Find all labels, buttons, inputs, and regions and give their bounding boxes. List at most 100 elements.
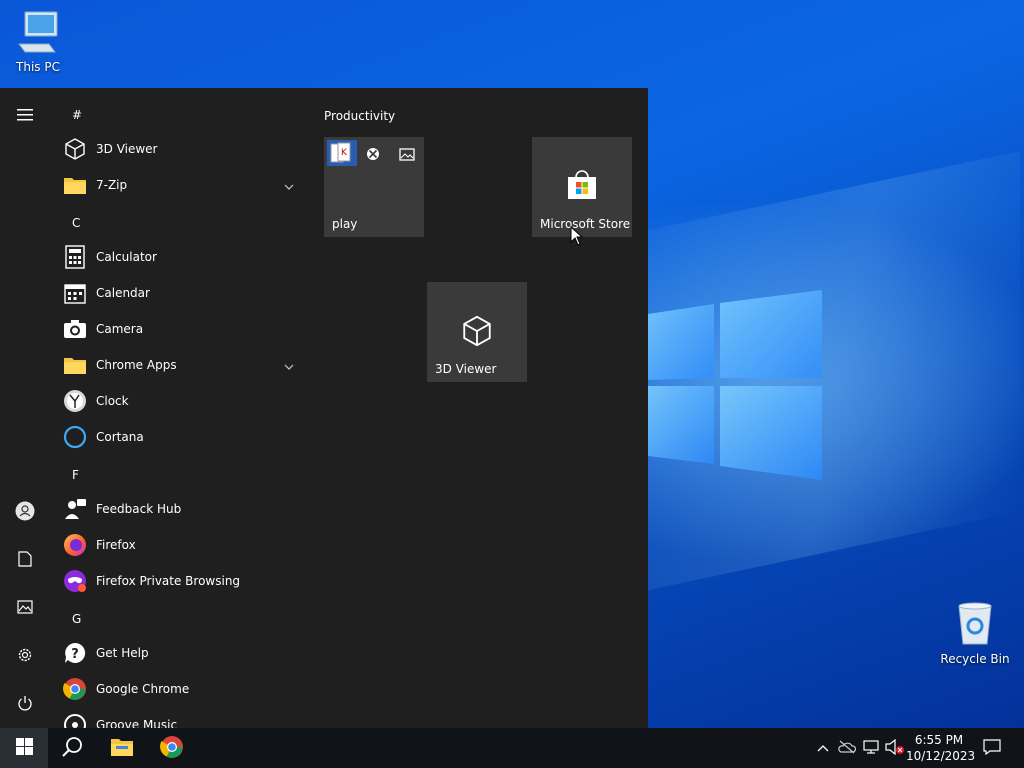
search-icon [61,736,83,761]
chevron-up-icon [817,741,829,755]
volume-tray-button[interactable] [885,738,905,758]
network-icon [862,739,880,758]
app-label: Firefox Private Browsing [96,574,241,588]
documents-icon [18,550,32,570]
taskbar-clock[interactable]: 6:55 PM 10/12/2023 [906,732,976,764]
start-rail [0,88,50,728]
hamburger-menu-button[interactable] [0,96,50,136]
solitaire-icon: K [327,140,357,169]
network-tray-button[interactable] [861,738,881,758]
clock-time: 6:55 PM [914,733,964,747]
clock-date: 10/12/2023 [906,749,976,763]
action-center-icon [983,738,1001,758]
calculator-icon [62,244,88,270]
recycle-bin-icon [937,602,1013,649]
section-letter[interactable]: C [72,216,80,230]
app-camera[interactable]: Camera [62,312,308,346]
chevron-down-icon [284,359,294,373]
desktop-icon-label: This PC [16,60,60,74]
search-button[interactable] [48,728,96,768]
app-groove-music[interactable]: Groove Music [62,708,308,728]
app-calculator[interactable]: Calculator [62,240,308,274]
tile-label: 3D Viewer [435,362,497,376]
cube-icon [62,136,88,162]
file-explorer-icon [110,737,134,760]
windows-start-icon [15,738,33,758]
section-letter[interactable]: G [72,612,81,626]
app-calendar[interactable]: Calendar [62,276,308,310]
desktop-icon-this-pc[interactable]: This PC [0,10,76,74]
app-label: Firefox [96,538,136,552]
microsoft-store-icon [566,169,598,204]
firefox-icon [62,532,88,558]
firefox-private-icon [62,568,88,594]
chrome-taskbar-button[interactable] [148,728,196,768]
documents-button[interactable] [0,540,50,580]
clock-icon [62,388,88,414]
start-menu: # 3D Viewer 7-Zip C Calculator Calendar … [0,88,648,728]
folder-icon [62,172,88,198]
tile-3d-viewer[interactable]: 3D Viewer [427,282,527,382]
xbox-icon [366,147,380,164]
show-hidden-icons-button[interactable] [813,738,833,758]
hamburger-menu-icon [17,108,33,124]
desktop-icon-recycle-bin[interactable]: Recycle Bin [937,602,1013,666]
file-explorer-button[interactable] [98,728,146,768]
cube-icon [460,314,494,351]
tile-play-folder[interactable]: K play [324,137,424,237]
app-label: Feedback Hub [96,502,182,516]
app-firefox[interactable]: Firefox [62,528,308,562]
section-letter[interactable]: F [72,468,79,482]
chrome-icon [62,676,88,702]
desktop-icon-label: Recycle Bin [940,652,1010,666]
app-firefox-private-browsing[interactable]: Firefox Private Browsing [62,564,308,598]
computer-icon [0,10,76,57]
app-label: Chrome Apps [96,358,177,372]
folder-icon [62,352,88,378]
volume-muted-icon [885,738,905,758]
app-label: 7-Zip [96,178,128,192]
camera-icon [62,316,88,342]
app-feedback-hub[interactable]: Feedback Hub [62,492,308,526]
svg-text:?: ? [71,647,79,662]
app-clock[interactable]: Clock [62,384,308,418]
tile-label: play [332,217,358,231]
pictures-button[interactable] [0,588,50,628]
app-chrome-apps[interactable]: Chrome Apps [62,348,308,382]
tile-microsoft-store[interactable]: Microsoft Store [532,137,632,237]
app-label: Clock [96,394,129,408]
app-label: Calendar [96,286,150,300]
pictures-icon [17,599,33,617]
app-label: Camera [96,322,144,336]
app-google-chrome[interactable]: Google Chrome [62,672,308,706]
app-label: Groove Music [96,718,178,728]
tiles-area: Productivity K play Microsoft Store 3D V [312,88,648,728]
tile-group-title[interactable]: Productivity [324,109,395,123]
power-button[interactable] [0,684,50,724]
music-icon [62,712,88,728]
app-3d-viewer[interactable]: 3D Viewer [62,132,308,166]
feedback-icon [62,496,88,522]
onedrive-tray-button[interactable] [837,738,857,758]
app-get-help[interactable]: ? Get Help [62,636,308,670]
start-button[interactable] [0,728,48,768]
tile-label: Microsoft Store [540,217,631,231]
account-button[interactable] [0,492,50,532]
section-letter[interactable]: # [72,108,82,122]
app-label: 3D Viewer [96,142,158,156]
app-list: # 3D Viewer 7-Zip C Calculator Calendar … [50,88,312,728]
settings-button[interactable] [0,636,50,676]
action-center-button[interactable] [982,738,1002,758]
help-icon: ? [62,640,88,666]
cortana-icon [62,424,88,450]
user-icon [15,501,35,524]
app-cortana[interactable]: Cortana [62,420,308,454]
app-7-zip[interactable]: 7-Zip [62,168,308,202]
chrome-icon [160,735,184,762]
app-label: Calculator [96,250,157,264]
app-label: Cortana [96,430,144,444]
power-icon [17,695,33,714]
chevron-down-icon [284,179,294,193]
photos-icon [398,145,416,166]
settings-icon [16,646,34,667]
